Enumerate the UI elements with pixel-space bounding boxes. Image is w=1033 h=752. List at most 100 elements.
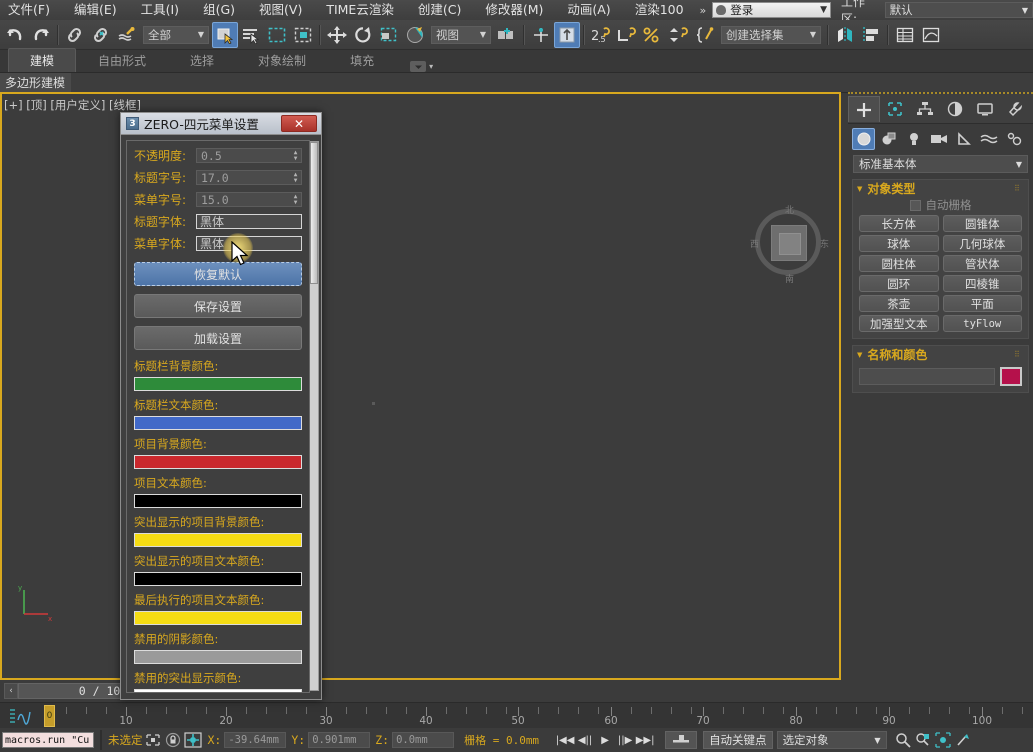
menu-item-file[interactable]: 文件(F) [0, 0, 62, 20]
utilities-tab[interactable] [1000, 96, 1030, 121]
menu-item-animation[interactable]: 动画(A) [555, 0, 622, 20]
ribbon-tab-modeling[interactable]: 建模 [8, 48, 77, 72]
spinner-arrows-icon[interactable]: ▲ ▼ [290, 171, 301, 184]
selection-filter-combo[interactable]: 全部 ▼ [143, 25, 209, 44]
modify-tab[interactable] [880, 96, 910, 121]
goto-end-button[interactable]: ▶▶| [635, 731, 655, 749]
open-mini-curve-editor-icon[interactable] [8, 707, 36, 725]
coordinate-x[interactable]: X: -39.64mm [208, 732, 287, 748]
close-icon[interactable]: ✕ [281, 115, 317, 132]
object-color-swatch[interactable] [1000, 367, 1022, 386]
menu-item-views[interactable]: 视图(V) [247, 0, 314, 20]
item-text-color-swatch[interactable] [134, 494, 302, 508]
menu-font-size-spinner[interactable]: 15.0 ▲ ▼ [196, 192, 302, 207]
ribbon-tab-object-paint[interactable]: 对象绘制 [236, 49, 328, 72]
title-font-input[interactable]: 黑体 [196, 214, 302, 229]
display-tab[interactable] [970, 96, 1000, 121]
systems-icon[interactable] [1002, 128, 1025, 150]
current-frame-marker[interactable]: 0 [44, 705, 55, 727]
load-settings-button[interactable]: 加载设置 [134, 326, 302, 350]
menu-item-group[interactable]: 组(G) [191, 0, 247, 20]
next-frame-button[interactable]: ||▶ [615, 731, 635, 749]
mirror-icon[interactable] [832, 22, 858, 48]
unlink-selection-icon[interactable] [88, 22, 114, 48]
object-button-sphere[interactable]: 球体 [859, 235, 939, 252]
maxscript-listener-field[interactable]: macros.run "Cu [2, 732, 94, 748]
object-button-tyflow[interactable]: tyFlow [942, 315, 1022, 332]
angle-snap-toggle-icon[interactable] [554, 21, 580, 48]
dialog-scrollbar-thumb[interactable] [310, 142, 318, 284]
ribbon-tab-selection[interactable]: 选择 [168, 49, 236, 72]
rollout-name-color-header[interactable]: ▼ 名称和颜色 ⠿ [853, 346, 1028, 363]
ribbon-tab-populate[interactable]: 填充 [328, 49, 396, 72]
dialog-scrollbar[interactable] [309, 141, 319, 691]
ribbon-tab-freeform[interactable]: 自由形式 [76, 49, 168, 72]
coord-x-value[interactable]: -39.64mm [224, 732, 287, 748]
select-and-scale-icon[interactable] [376, 22, 402, 48]
coord-z-value[interactable]: 0.0mm [392, 732, 455, 748]
space-warps-icon[interactable] [977, 128, 1000, 150]
quad-menu-settings-dialog[interactable]: 3 ZERO-四元菜单设置 ✕ 不透明度: 0.5 ▲ ▼ 标题字号: 17.0 … [120, 112, 322, 700]
selection-lock-region-icon[interactable] [143, 731, 163, 749]
zoom-all-icon[interactable] [913, 731, 933, 749]
reference-coordinate-icon[interactable] [402, 22, 428, 48]
object-button-tube[interactable]: 管状体 [942, 255, 1022, 272]
viewport-label[interactable]: [+] [顶] [用户定义] [线框] [4, 97, 141, 113]
geometry-icon[interactable] [852, 128, 875, 150]
select-and-move-icon[interactable] [324, 22, 350, 48]
coordinate-z[interactable]: Z: 0.0mm [375, 732, 455, 748]
select-and-rotate-icon[interactable] [350, 22, 376, 48]
disabled-highlight-color-swatch[interactable] [134, 689, 302, 692]
save-settings-button[interactable]: 保存设置 [134, 294, 302, 318]
select-object-icon[interactable] [212, 21, 238, 48]
percent-snap-icon[interactable] [640, 22, 666, 48]
opacity-spinner[interactable]: 0.5 ▲ ▼ [196, 148, 302, 163]
object-button-geosphere[interactable]: 几何球体 [942, 235, 1022, 252]
named-selection-sets-icon[interactable] [692, 22, 718, 48]
bind-to-space-warp-icon[interactable] [114, 22, 140, 48]
menu-item-time-cloud-render[interactable]: TIME云渲染 [314, 0, 406, 20]
percent-snap-2-icon[interactable]: 2.5 [588, 22, 614, 48]
object-category-combo[interactable]: 标准基本体 ▼ [853, 155, 1028, 173]
window-crossing-icon[interactable] [290, 22, 316, 48]
helpers-icon[interactable] [952, 128, 975, 150]
key-filter-combo[interactable]: 选定对象 ▼ [776, 731, 887, 749]
object-button-box[interactable]: 长方体 [859, 215, 939, 232]
curve-editor-icon[interactable] [918, 22, 944, 48]
login-button[interactable]: 登录 ▼ [712, 2, 831, 18]
track-bar[interactable]: 10 20 30 40 50 60 70 80 90 100 0 [0, 702, 1033, 730]
play-animation-button[interactable]: ▶ [595, 731, 615, 749]
undo-icon[interactable] [2, 22, 28, 48]
object-button-torus[interactable]: 圆环 [859, 275, 939, 292]
dialog-title-bar[interactable]: 3 ZERO-四元菜单设置 ✕ [121, 113, 321, 135]
menu-overflow-icon[interactable]: » [696, 4, 711, 17]
rollout-object-type-header[interactable]: ▼ 对象类型 ⠿ [853, 180, 1028, 197]
workspace-select[interactable]: 默认 ▼ [884, 2, 1033, 18]
view-combo[interactable]: 视图 ▼ [431, 25, 491, 44]
spinner-snap-icon[interactable] [666, 22, 692, 48]
goto-start-button[interactable]: |◀◀ [555, 731, 575, 749]
align-icon[interactable] [858, 22, 884, 48]
object-button-pyramid[interactable]: 四棱锥 [942, 275, 1022, 292]
object-button-cylinder[interactable]: 圆柱体 [859, 255, 939, 272]
angle-snap-icon[interactable] [614, 22, 640, 48]
view-cube-body[interactable] [771, 225, 807, 261]
redo-icon[interactable] [28, 22, 54, 48]
menu-item-edit[interactable]: 编辑(E) [62, 0, 129, 20]
object-name-input[interactable] [859, 368, 995, 385]
lights-icon[interactable] [902, 128, 925, 150]
object-button-text-plus[interactable]: 加强型文本 [859, 315, 939, 332]
view-cube[interactable]: 北 南 东 西 [750, 206, 829, 285]
time-prev-frame-button[interactable]: ‹ [4, 683, 18, 699]
pan-view-icon[interactable] [953, 731, 973, 749]
object-button-cone[interactable]: 圆锥体 [942, 215, 1022, 232]
highlight-item-bg-color-swatch[interactable] [134, 533, 302, 547]
spinner-arrows-icon[interactable]: ▲ ▼ [290, 149, 301, 162]
object-button-teapot[interactable]: 茶壶 [859, 295, 939, 312]
title-font-size-spinner[interactable]: 17.0 ▲ ▼ [196, 170, 302, 185]
use-pivot-point-center-icon[interactable] [494, 22, 520, 48]
ribbon-options-dropdown[interactable]: ▾ [410, 61, 433, 72]
spinner-arrows-icon[interactable]: ▲ ▼ [290, 193, 301, 206]
title-bar-bg-color-swatch[interactable] [134, 377, 302, 391]
item-bg-color-swatch[interactable] [134, 455, 302, 469]
